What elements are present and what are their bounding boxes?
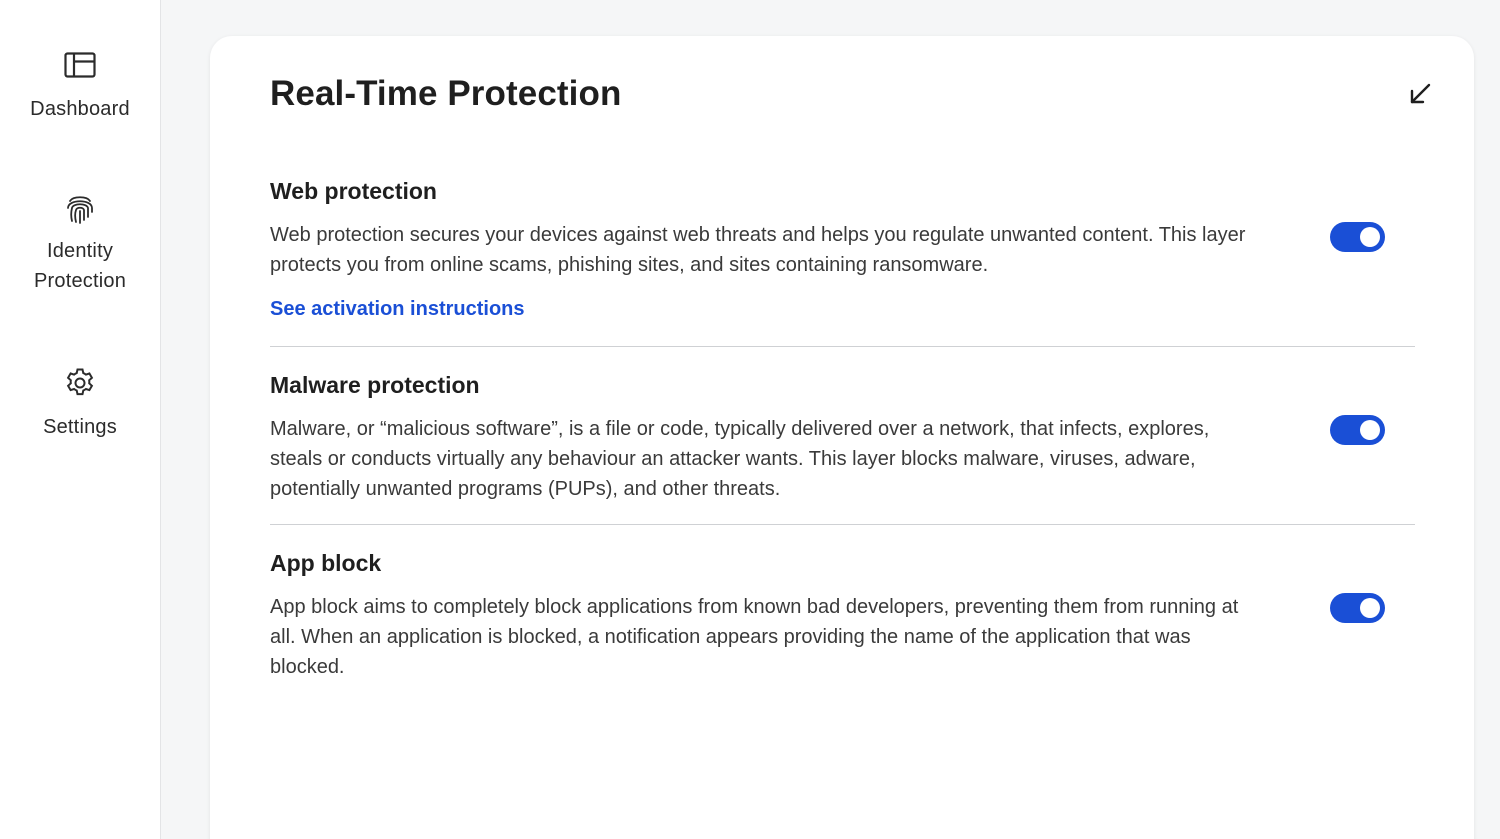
malware-protection-section: Malware protection Malware, or “maliciou… [270, 370, 1415, 504]
activation-instructions-link[interactable]: See activation instructions [270, 294, 525, 324]
sidebar-item-label: Settings [43, 416, 117, 438]
sidebar: Dashboard Identity Protection Settings [0, 0, 161, 839]
toggle-knob [1360, 420, 1380, 440]
fingerprint-icon [63, 192, 97, 226]
app-block-toggle[interactable] [1330, 593, 1385, 623]
section-title: Web protection [270, 178, 437, 204]
sidebar-item-label: Dashboard [30, 98, 130, 120]
section-title: Malware protection [270, 372, 480, 398]
section-description: App block aims to completely block appli… [270, 596, 1239, 678]
gear-icon [63, 366, 97, 400]
real-time-protection-panel: Real-Time Protection Web protection Web … [210, 36, 1474, 839]
page-title: Real-Time Protection [270, 74, 622, 113]
section-title: App block [270, 550, 382, 576]
app-block-section: App block App block aims to completely b… [270, 548, 1415, 682]
toggle-knob [1360, 598, 1380, 618]
sidebar-item-identity-protection[interactable]: Identity Protection [0, 192, 160, 296]
malware-protection-toggle[interactable] [1330, 415, 1385, 445]
dashboard-icon [63, 48, 97, 82]
collapse-button[interactable] [1406, 82, 1434, 110]
toggle-knob [1360, 227, 1380, 247]
section-description: Web protection secures your devices agai… [270, 224, 1246, 276]
sidebar-item-label: Identity Protection [33, 240, 127, 292]
divider [270, 346, 1415, 347]
arrow-down-left-icon [1408, 82, 1432, 111]
divider [270, 524, 1415, 525]
web-protection-section: Web protection Web protection secures yo… [270, 176, 1415, 324]
sidebar-item-dashboard[interactable]: Dashboard [0, 48, 160, 124]
sidebar-item-settings[interactable]: Settings [0, 366, 160, 442]
web-protection-toggle[interactable] [1330, 222, 1385, 252]
section-description: Malware, or “malicious software”, is a f… [270, 418, 1210, 500]
